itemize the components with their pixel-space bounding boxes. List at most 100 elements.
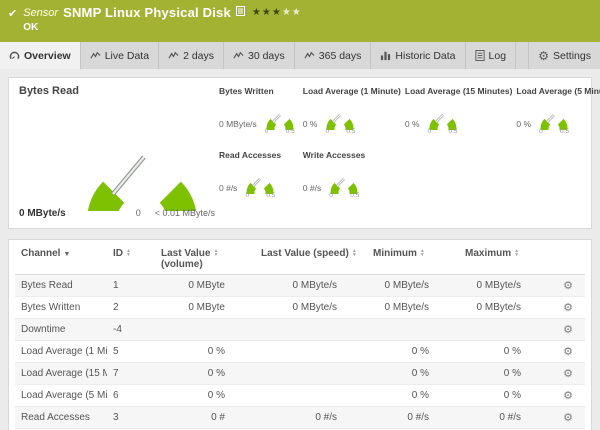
tab-365-days[interactable]: 365 days xyxy=(295,42,372,69)
gauge-dial: 0 0.5 xyxy=(325,164,363,206)
line-chart-icon xyxy=(168,51,179,59)
mini-gauge-load-15min: Load Average (15 Minutes) 0 % 0 0.5 xyxy=(404,86,513,142)
tab-2-days[interactable]: 2 days xyxy=(159,42,224,69)
table-row: Load Average (5 Min... 6 0 % 0 % 0 % ⚙ xyxy=(15,384,585,407)
table-row: Bytes Written 2 0 MByte 0 MByte/s 0 MByt… xyxy=(15,296,585,319)
gauge-value: 0 #/s xyxy=(302,183,322,193)
last-value-speed xyxy=(255,384,367,407)
sort-icon: ▲ ▼ xyxy=(514,248,520,259)
gauge-title: Load Average (1 Minute) xyxy=(302,86,401,96)
last-value-speed: 0 #/s xyxy=(255,406,367,429)
channel-settings-icon[interactable]: ⚙ xyxy=(563,368,573,380)
tab-label: 365 days xyxy=(318,49,362,62)
tab-30-days[interactable]: 30 days xyxy=(224,42,295,69)
gauge-value: 0 % xyxy=(404,119,420,129)
col-header-minimum[interactable]: Minimum ▲ ▼ xyxy=(367,242,459,275)
star-empty-icon: ★★ xyxy=(281,7,302,18)
gauge-dial xyxy=(87,155,197,211)
tab-log[interactable]: Log xyxy=(466,42,517,69)
gauge-value: 0 MByte/s xyxy=(219,119,257,129)
gauge-title: Read Accesses xyxy=(219,150,282,160)
tab-label: Log xyxy=(488,49,507,62)
channel-name[interactable]: Bytes Read xyxy=(15,274,107,297)
line-chart-icon xyxy=(233,51,244,59)
col-label: Last Value (speed) xyxy=(261,248,349,259)
gauge-max-label: 0.5 xyxy=(346,128,356,135)
channel-table: Channel ▼ ID ▲ ▼ Last Value ▲ ▼ (volume) Last… xyxy=(15,242,585,430)
table-row: Load Average (15 Mi... 7 0 % 0 % 0 % ⚙ xyxy=(15,362,585,385)
last-value-volume: 0 MByte xyxy=(155,296,255,319)
tab-live-data[interactable]: Live Data xyxy=(81,42,160,69)
channel-name[interactable]: Downtime xyxy=(15,318,107,341)
gauge-min-label: 0 xyxy=(329,192,333,199)
channel-settings-icon[interactable]: ⚙ xyxy=(563,324,573,336)
line-chart-icon xyxy=(90,51,101,59)
main-gauge-bytes-read: Bytes Read 0 MByte/s 0 < 0.01 MByte/s xyxy=(19,85,219,221)
channel-name[interactable]: Load Average (15 Mi... xyxy=(15,362,107,385)
last-value-speed: 0 MByte/s xyxy=(255,296,367,319)
col-header-channel[interactable]: Channel ▼ xyxy=(15,242,107,275)
gauge-max-label: 0.5 xyxy=(560,128,570,135)
sensor-header: ✔ Sensor SNMP Linux Physical Disk ★★★★★ … xyxy=(0,0,600,42)
channel-id: 1 xyxy=(107,274,155,297)
channel-name[interactable]: Load Average (1 Min... xyxy=(15,340,107,363)
last-value-speed: 0 MByte/s xyxy=(255,274,367,297)
table-row: Load Average (1 Min... 5 0 % 0 % 0 % ⚙ xyxy=(15,340,585,363)
tab-label: Settings xyxy=(553,49,591,62)
gauge-max-label: 0.5 xyxy=(285,128,295,135)
channel-id: -4 xyxy=(107,318,155,341)
gauge-value: 0 % xyxy=(302,119,318,129)
tab-label: Overview xyxy=(24,49,71,62)
status-ok-icon: ✔ xyxy=(8,8,18,20)
last-value-volume: 0 % xyxy=(155,384,255,407)
channel-name[interactable]: Read Accesses xyxy=(15,406,107,429)
sensor-menu-icon[interactable] xyxy=(235,5,245,16)
sort-icon: ▲ ▼ xyxy=(419,248,425,259)
gauge-dial: 0 0.5 xyxy=(321,100,359,142)
tab-settings[interactable]: ⚙ Settings xyxy=(528,42,600,69)
tab-historic-data[interactable]: Historic Data xyxy=(371,42,466,69)
col-label: Minimum xyxy=(373,248,417,259)
gauge-dial: 0 0.5 xyxy=(261,100,299,142)
maximum-value: 0 MByte/s xyxy=(459,274,551,297)
table-row: Read Accesses 3 0 # 0 #/s 0 #/s 0 #/s ⚙ xyxy=(15,406,585,429)
channel-settings-icon[interactable]: ⚙ xyxy=(563,390,573,402)
col-label-sub: (volume) xyxy=(161,259,203,270)
col-header-id[interactable]: ID ▲ ▼ xyxy=(107,242,155,275)
channel-settings-icon[interactable]: ⚙ xyxy=(563,280,573,292)
sort-icon: ▲ ▼ xyxy=(126,248,131,259)
channel-name[interactable]: Bytes Written xyxy=(15,296,107,319)
tab-overview[interactable]: Overview xyxy=(0,42,81,69)
channel-settings-icon[interactable]: ⚙ xyxy=(563,302,573,314)
channel-id: 2 xyxy=(107,296,155,319)
gauge-value: 0 % xyxy=(516,119,532,129)
tab-bar: Overview Live Data 2 days 30 days 365 da… xyxy=(0,42,600,69)
col-header-last-value-volume[interactable]: Last Value ▲ ▼ (volume) xyxy=(155,242,255,275)
maximum-value: 0 % xyxy=(459,340,551,363)
channel-settings-icon[interactable]: ⚙ xyxy=(563,412,573,424)
maximum-value: 0 % xyxy=(459,362,551,385)
channel-settings-icon[interactable]: ⚙ xyxy=(563,346,573,358)
last-value-volume: 0 % xyxy=(155,362,255,385)
document-icon xyxy=(474,50,485,61)
col-header-last-value-speed[interactable]: Last Value (speed) ▲ ▼ xyxy=(255,242,367,275)
gear-icon: ⚙ xyxy=(538,48,550,63)
gauge-scale: 0 MByte/s 0 < 0.01 MByte/s xyxy=(19,208,219,219)
gauge-max-label: < 0.01 MByte/s xyxy=(154,208,215,218)
channel-table-panel: Channel ▼ ID ▲ ▼ Last Value ▲ ▼ (volume) Last… xyxy=(8,239,592,430)
col-label: Maximum xyxy=(465,248,512,259)
channel-name[interactable]: Load Average (5 Min... xyxy=(15,384,107,407)
col-header-maximum[interactable]: Maximum ▲ ▼ xyxy=(459,242,551,275)
table-row: Bytes Read 1 0 MByte 0 MByte/s 0 MByte/s… xyxy=(15,274,585,297)
gauge-current-value: 0 MByte/s xyxy=(19,208,66,219)
maximum-value: 0 MByte/s xyxy=(459,296,551,319)
last-value-speed xyxy=(255,340,367,363)
priority-stars[interactable]: ★★★★★ xyxy=(252,7,302,18)
last-value-speed xyxy=(255,318,367,341)
status-badge: OK xyxy=(23,22,39,33)
minimum-value xyxy=(367,318,459,341)
channel-id: 3 xyxy=(107,406,155,429)
gauge-title: Load Average (15 Minutes) xyxy=(404,86,513,96)
minimum-value: 0 % xyxy=(367,340,459,363)
gauge-value: 0 #/s xyxy=(219,183,238,193)
